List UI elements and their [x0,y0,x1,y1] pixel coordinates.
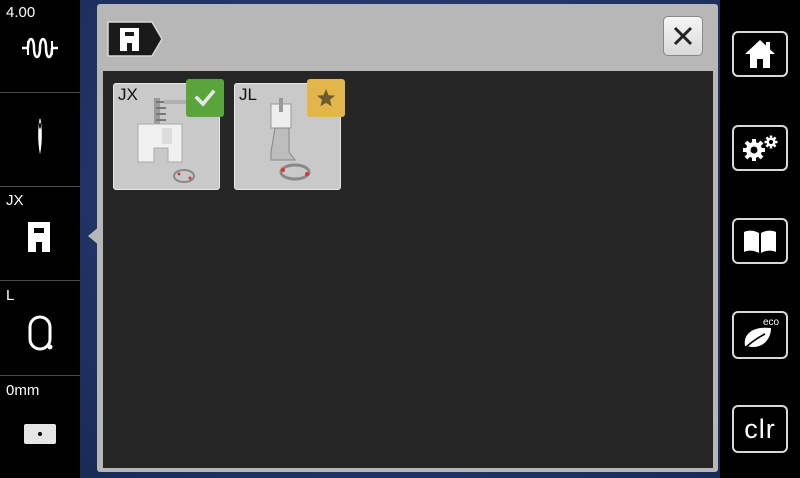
right-sidebar: eco clr [720,0,800,478]
close-button[interactable] [663,16,703,56]
gear-icon [743,135,778,161]
presser-foot-value: JX [6,192,24,209]
star-icon [317,89,335,107]
setup-button[interactable] [732,125,788,171]
home-button[interactable] [732,31,788,77]
presser-foot-tag [107,21,163,57]
needle-icon [38,117,42,155]
eco-label: eco [763,317,780,328]
tutorial-button[interactable] [732,218,788,264]
stitch-plate-value: L [6,287,15,304]
presser-foot-tile-jx[interactable]: JX [113,79,224,190]
needle-position-section[interactable]: 0mm [0,378,80,470]
presser-foot-section[interactable]: JX [0,188,80,281]
active-badge [186,79,224,117]
left-sidebar: 4.00 JX L 0mm [0,0,80,478]
needle-section[interactable] [0,94,80,187]
stitch-plate-section[interactable]: L [0,283,80,376]
needle-position-icon [24,424,56,444]
stitch-width-section[interactable]: 4.00 [0,0,80,93]
checkmark-icon [194,89,216,107]
close-icon [673,26,693,46]
stitch-width-value: 4.00 [6,4,36,21]
clear-button[interactable]: clr [732,405,788,453]
presser-foot-dialog: JX JL [97,4,718,472]
stitch-width-icon [22,37,58,59]
presser-foot-grid: JX JL [103,71,713,468]
presser-foot-icon [28,222,50,252]
presser-foot-tile-jl[interactable]: JL [234,79,345,190]
needle-position-value: 0mm [6,382,40,399]
favorite-badge[interactable] [307,79,345,117]
clear-button-label: clr [744,413,776,444]
eco-leaf-icon: eco [742,317,780,351]
book-icon [744,230,776,253]
eco-button[interactable]: eco [732,311,788,359]
home-icon [745,40,775,68]
stitch-plate-icon [28,315,53,351]
